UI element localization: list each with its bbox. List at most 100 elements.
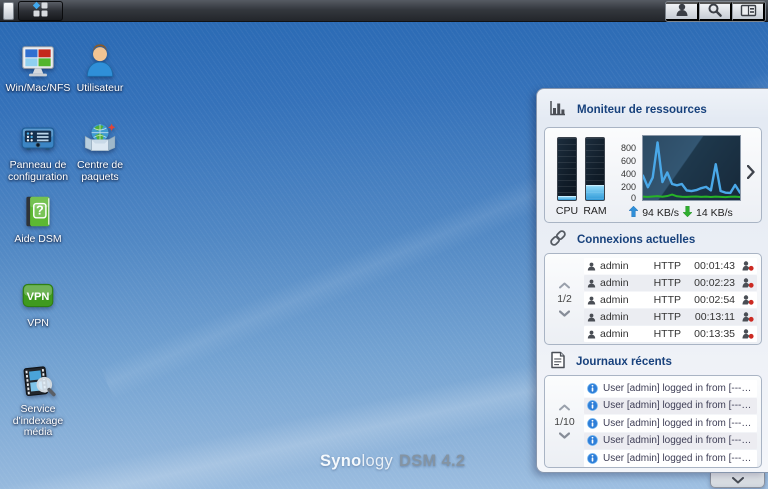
ram-label: RAM xyxy=(581,205,609,217)
ram-gauge xyxy=(585,137,605,201)
desktop-icon-label: Utilisateur xyxy=(77,83,124,95)
desktop-icon-centre-de-paquets[interactable]: Centre de paquets xyxy=(69,119,131,183)
info-icon xyxy=(587,383,598,394)
desktop-icon-label: Aide DSM xyxy=(14,234,61,246)
document-icon xyxy=(549,351,566,374)
log-row: User [admin] logged in from [--------... xyxy=(584,433,757,450)
product-version: DSM 4.2 xyxy=(399,452,465,470)
desktop-icon-label: Win/Mac/NFS xyxy=(6,83,71,95)
connection-row: admin HTTP 00:02:23 xyxy=(584,275,757,291)
connection-row: admin HTTP 00:13:35 xyxy=(584,326,757,342)
logs-pager: 1/10 xyxy=(545,376,584,467)
disconnect-user-button[interactable] xyxy=(742,278,754,288)
network-graph-yaxis: 800 600 400 200 0 xyxy=(613,135,639,199)
info-icon xyxy=(587,453,598,464)
taskbar-right-group xyxy=(665,1,766,22)
info-icon xyxy=(587,418,598,429)
download-arrow-icon xyxy=(683,206,692,220)
main-menu-button[interactable] xyxy=(18,1,63,21)
win-mac-nfs-icon xyxy=(19,42,57,80)
user-menu-button[interactable] xyxy=(666,2,699,21)
help-book-icon: ? xyxy=(19,193,57,231)
help-icon-badge: ? xyxy=(36,204,44,218)
connections-pager: 1/2 xyxy=(545,254,584,344)
network-graph xyxy=(642,135,741,201)
desktop-icon-aide-dsm[interactable]: ? Aide DSM xyxy=(7,193,69,246)
package-center-icon xyxy=(81,119,119,157)
page-up-button[interactable] xyxy=(559,403,570,413)
user-icon xyxy=(587,329,596,340)
desktop-icon-win-mac-nfs[interactable]: Win/Mac/NFS xyxy=(7,42,69,95)
page-down-button[interactable] xyxy=(559,431,570,441)
widget-title: Journaux récents xyxy=(576,356,672,368)
disconnect-user-button[interactable] xyxy=(742,261,754,271)
user-icon xyxy=(587,295,596,306)
desktop-icon-utilisateur[interactable]: Utilisateur xyxy=(69,42,131,95)
info-icon xyxy=(587,400,598,411)
widget-panel: Moniteur de ressources CPU RAM 800 600 4… xyxy=(536,88,768,473)
upload-arrow-icon xyxy=(629,206,638,220)
logs-widget: 1/10 User [admin] logged in from [------… xyxy=(544,375,762,468)
media-indexing-icon xyxy=(19,363,57,401)
cpu-gauge xyxy=(557,137,577,201)
upload-speed: 94 KB/s xyxy=(642,207,679,219)
log-row: User [admin] logged in from [--------... xyxy=(584,415,757,432)
desktop-icon-label: Centre de paquets xyxy=(69,160,131,183)
chevron-down-icon xyxy=(732,471,744,489)
brand-name: Syno xyxy=(320,452,362,470)
connection-row: admin HTTP 00:01:43 xyxy=(584,258,757,274)
panel-collapse-tab[interactable] xyxy=(710,473,765,488)
desktop-icon-vpn[interactable]: VPN VPN xyxy=(7,277,69,330)
desktop-icon-panneau-de-configuration[interactable]: Panneau de configuration xyxy=(7,119,69,183)
desktop-icon-label: Service d'indexage média xyxy=(5,404,71,439)
disconnect-user-button[interactable] xyxy=(742,295,754,305)
logs-header: Journaux récents xyxy=(549,353,672,371)
link-icon xyxy=(549,229,567,252)
user-icon xyxy=(587,312,596,323)
desktop-icon-label: Panneau de configuration xyxy=(7,160,69,183)
widget-pane-toggle-button[interactable] xyxy=(732,2,765,21)
page-down-button[interactable] xyxy=(559,308,570,318)
page-up-button[interactable] xyxy=(559,280,570,290)
user-avatar-icon xyxy=(81,42,119,80)
user-icon xyxy=(587,278,596,289)
network-stats: 94 KB/s 14 KB/s xyxy=(611,206,751,220)
cpu-gauge-fill xyxy=(558,196,576,200)
widget-title: Moniteur de ressources xyxy=(577,104,707,116)
page-indicator: 1/2 xyxy=(557,293,572,305)
connection-row: admin HTTP 00:13:11 xyxy=(584,309,757,325)
widget-title: Connexions actuelles xyxy=(577,234,695,246)
connections-list: admin HTTP 00:01:43 admin HTTP 00:02:23 … xyxy=(584,258,757,342)
synology-dsm-desktop: Win/Mac/NFS Utilisateur xyxy=(0,0,768,489)
app-grid-icon xyxy=(32,1,49,21)
ram-gauge-fill xyxy=(586,185,604,200)
connection-row: admin HTTP 00:02:54 xyxy=(584,292,757,308)
cpu-label: CPU xyxy=(553,205,581,217)
user-icon xyxy=(587,261,596,272)
page-indicator: 1/10 xyxy=(554,416,574,428)
user-icon xyxy=(674,2,690,21)
disconnect-user-button[interactable] xyxy=(742,312,754,322)
connections-header: Connexions actuelles xyxy=(549,231,695,249)
resource-monitor-next-button[interactable] xyxy=(744,162,758,182)
resource-monitor-widget: CPU RAM 800 600 400 200 0 94 KB/s xyxy=(544,127,762,223)
log-row: User [admin] logged in from [--------... xyxy=(584,380,757,397)
search-button[interactable] xyxy=(699,2,732,21)
connections-widget: 1/2 admin HTTP 00:01:43 admin HTTP xyxy=(544,253,762,345)
disconnect-user-button[interactable] xyxy=(742,329,754,339)
desktop-icon-service-indexage-media[interactable]: Service d'indexage média xyxy=(5,363,71,439)
search-icon xyxy=(707,2,723,21)
network-graph-plot xyxy=(643,136,740,200)
control-panel-icon xyxy=(19,119,57,157)
show-desktop-button[interactable] xyxy=(3,2,14,20)
info-icon xyxy=(587,435,598,446)
logs-list: User [admin] logged in from [--------...… xyxy=(584,380,757,467)
widgets-icon xyxy=(740,3,757,21)
desktop-icon-label: VPN xyxy=(27,318,49,330)
vpn-icon-badge: VPN xyxy=(27,291,50,303)
taskbar xyxy=(0,0,768,22)
log-row: User [admin] logged in from [--------... xyxy=(584,398,757,415)
download-speed: 14 KB/s xyxy=(696,207,733,219)
bar-chart-icon xyxy=(549,100,567,121)
resource-monitor-header: Moniteur de ressources xyxy=(549,101,707,119)
